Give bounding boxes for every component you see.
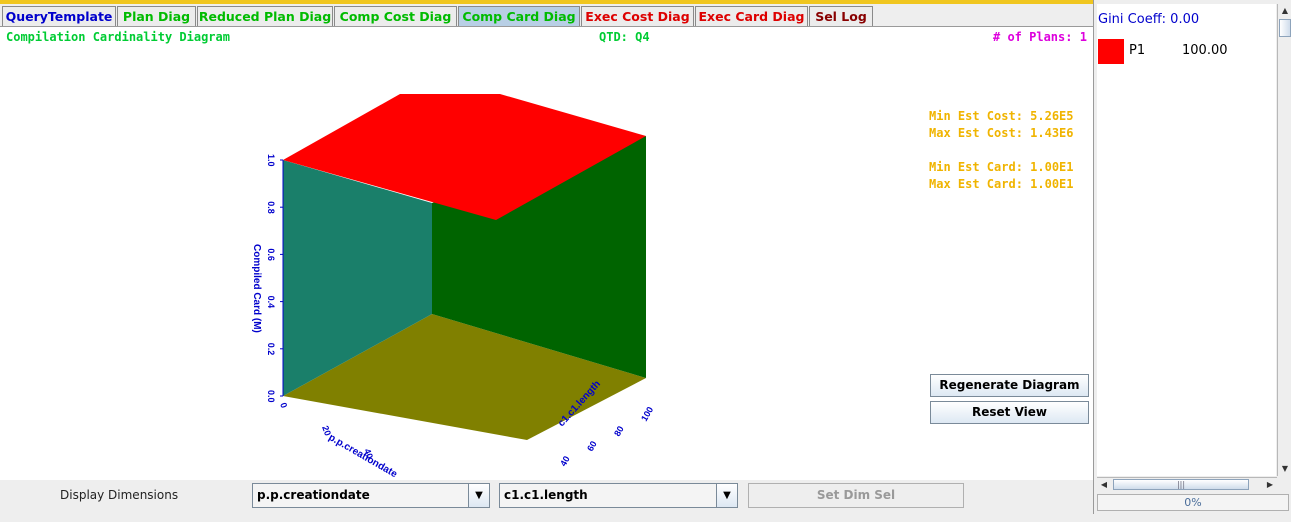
diagram-panel: Compilation Cardinality Diagram QTD: Q4 …: [0, 26, 1093, 480]
tab-reduced-plan-diag[interactable]: Reduced Plan Diag: [197, 6, 333, 26]
dimension-controls: Display Dimensions p.p.creationdate ▼ c1…: [0, 480, 1093, 514]
qtd-label: QTD: Q4: [599, 30, 650, 44]
tab-sel-log[interactable]: Sel Log: [809, 6, 873, 26]
y-tick-label: 100: [639, 405, 655, 423]
tab-exec-card-diag[interactable]: Exec Card Diag: [695, 6, 808, 26]
tab-exec-cost-diag[interactable]: Exec Cost Diag: [581, 6, 694, 26]
z-tick-label: 1.0: [266, 154, 276, 167]
scroll-down-arrow-icon[interactable]: ▼: [1278, 462, 1291, 476]
tab-comp-card-diag[interactable]: Comp Card Diag: [458, 6, 580, 26]
plan-count: # of Plans: 1: [993, 30, 1087, 44]
plan-name: P1: [1129, 43, 1146, 58]
dimension-2-value: c1.c1.length: [504, 488, 588, 502]
plan-color-swatch: [1098, 39, 1124, 64]
z-tick-label: 0.8: [266, 201, 276, 214]
z-axis-label: Compiled Card (M): [251, 244, 262, 333]
x-tick-label: 0: [278, 401, 289, 409]
chevron-down-icon[interactable]: ▼: [468, 484, 489, 507]
cardinality-3d-plot[interactable]: 0.00.20.40.60.81.0 Compiled Card (M) 020…: [230, 82, 930, 522]
scroll-up-arrow-icon[interactable]: ▲: [1278, 4, 1291, 18]
max-est-cost: Max Est Cost: 1.43E6: [929, 126, 1074, 140]
tab-comp-cost-diag[interactable]: Comp Cost Diag: [334, 6, 457, 26]
y-tick-label: 60: [585, 439, 599, 453]
scroll-left-arrow-icon[interactable]: ◀: [1097, 478, 1111, 491]
display-dimensions-label: Display Dimensions: [60, 488, 179, 502]
scroll-thumb[interactable]: |||: [1113, 479, 1249, 490]
plan-legend-list[interactable]: Gini Coeff: 0.00 P1 100.00: [1097, 4, 1276, 476]
gini-coefficient: Gini Coeff: 0.00: [1098, 12, 1200, 27]
vertical-scrollbar[interactable]: ▲ ▼: [1277, 4, 1291, 476]
dimension-2-select[interactable]: c1.c1.length ▼: [499, 483, 738, 508]
plan-legend-panel: Gini Coeff: 0.00 P1 100.00 ▲ ▼ ◀ ||| ▶ 0…: [1093, 0, 1291, 514]
reset-view-button[interactable]: Reset View: [930, 401, 1089, 424]
min-est-card: Min Est Card: 1.00E1: [929, 160, 1074, 174]
y-tick-label: 40: [558, 454, 572, 468]
list-item[interactable]: P1 100.00: [1098, 36, 1268, 64]
plan-percentage: 100.00: [1182, 43, 1228, 58]
max-est-card: Max Est Card: 1.00E1: [929, 177, 1074, 191]
chevron-down-icon[interactable]: ▼: [716, 484, 737, 507]
dimension-1-select[interactable]: p.p.creationdate ▼: [252, 483, 490, 508]
tab-plan-diag[interactable]: Plan Diag: [117, 6, 196, 26]
set-dim-sel-button[interactable]: Set Dim Sel: [748, 483, 964, 508]
scroll-right-arrow-icon[interactable]: ▶: [1263, 478, 1277, 491]
dimension-1-value: p.p.creationdate: [257, 488, 370, 502]
diagram-title: Compilation Cardinality Diagram: [6, 30, 230, 44]
tab-bar: QueryTemplate Plan Diag Reduced Plan Dia…: [0, 4, 1093, 26]
progress-bar: 0%: [1097, 494, 1289, 511]
z-tick-label: 0.6: [266, 248, 276, 261]
regenerate-diagram-button[interactable]: Regenerate Diagram: [930, 374, 1089, 397]
z-tick-label: 0.4: [266, 296, 276, 309]
z-tick-label: 0.2: [266, 343, 276, 356]
horizontal-scrollbar[interactable]: ◀ ||| ▶: [1097, 477, 1277, 492]
x-axis-label: p.p.creationdate: [327, 432, 400, 480]
progress-text: 0%: [1184, 496, 1202, 509]
scroll-thumb[interactable]: [1279, 19, 1291, 37]
z-tick-label: 0.0: [266, 390, 276, 403]
min-est-cost: Min Est Cost: 5.26E5: [929, 109, 1074, 123]
tab-query-template[interactable]: QueryTemplate: [2, 6, 116, 26]
y-tick-label: 80: [612, 424, 626, 438]
